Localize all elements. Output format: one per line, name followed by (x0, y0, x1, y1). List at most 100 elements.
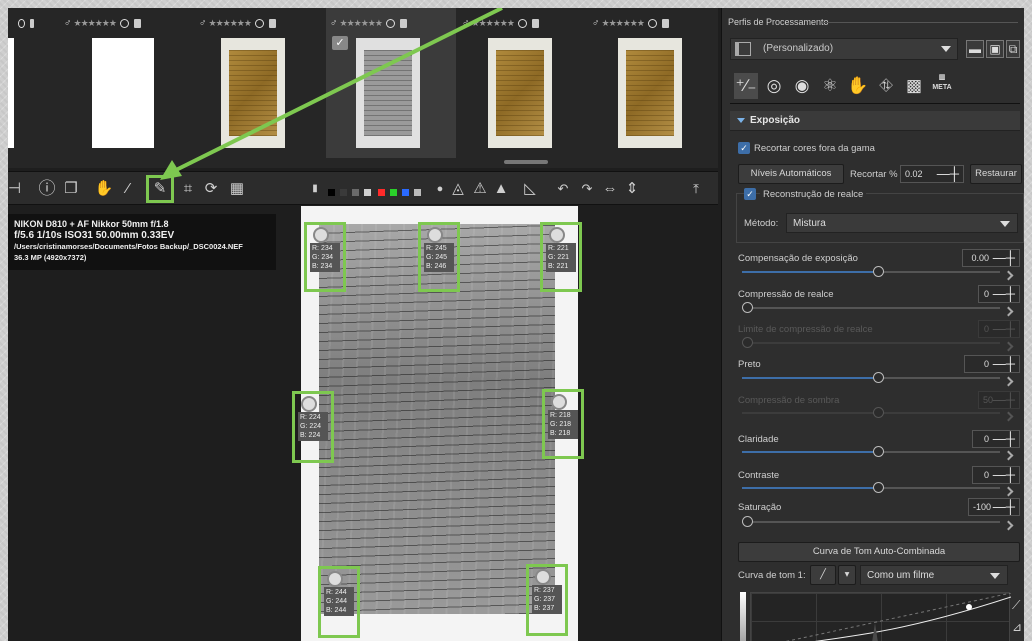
rank-circle-icon[interactable] (647, 18, 657, 28)
thumbnail[interactable]: ♂ ★★★★★★ (60, 8, 190, 158)
trash-icon[interactable] (399, 18, 407, 28)
trash-icon[interactable] (133, 18, 141, 28)
curve-picker-icon[interactable]: ⊿ (1012, 620, 1022, 634)
exposure-comp-input[interactable]: 0.00 —┼ (962, 249, 1020, 267)
blue-channel-icon[interactable] (402, 189, 409, 196)
clip-percent-input[interactable]: 0.02 —┼ (900, 165, 964, 183)
rank-circle-icon[interactable] (254, 18, 264, 28)
rank-circle-icon[interactable] (517, 18, 527, 28)
saturation-slider[interactable] (742, 516, 1000, 527)
rank-circle-icon[interactable] (119, 18, 129, 28)
chevron-down-icon[interactable]: ▾ (838, 565, 856, 585)
thumbnail[interactable]: ♂ ★★★★★★ (458, 8, 588, 158)
slider-knob[interactable] (742, 516, 753, 527)
rating-stars[interactable]: ★★★★★★ (340, 18, 383, 29)
plus-minus-icon[interactable]: —┼ (993, 468, 1015, 481)
color-picker-probe[interactable]: R: 218 G: 218 B: 218 (542, 389, 584, 459)
tab-exposure-icon[interactable]: ⁺∕₋ (734, 73, 758, 99)
link-icon[interactable]: ♂ (592, 18, 600, 29)
picker-pin-icon[interactable] (313, 227, 329, 243)
highlight-comp-slider[interactable] (742, 302, 1000, 313)
reset-icon[interactable] (1003, 486, 1014, 497)
clarity-slider[interactable] (742, 446, 1000, 457)
plus-minus-icon[interactable]: —┼ (993, 500, 1015, 513)
clip-oog-checkbox[interactable]: ✓ (738, 142, 750, 154)
rotate-left-icon[interactable]: ↶ (552, 178, 574, 200)
link-icon[interactable]: ♂ (330, 18, 338, 29)
picker-pin-icon[interactable] (427, 227, 443, 243)
luminance-channel-icon[interactable] (414, 189, 421, 196)
curve-type-icon[interactable]: ╱ (810, 565, 836, 585)
picker-pin-icon[interactable] (551, 394, 567, 410)
tab-color-icon[interactable]: ◉ (790, 73, 814, 99)
color-picker-probe[interactable]: R: 244 G: 244 B: 244 (318, 566, 360, 638)
curve-point[interactable] (966, 604, 972, 610)
tone-curve-editor[interactable] (750, 592, 1012, 641)
copy-profile-icon[interactable]: ⧉ (1006, 40, 1020, 58)
trash-icon[interactable] (531, 18, 539, 28)
thumbnail[interactable]: ♂ ★★★★★★ (588, 8, 718, 158)
reset-icon[interactable] (1003, 270, 1014, 281)
picker-pin-icon[interactable] (301, 396, 317, 412)
color-picker-probe[interactable]: R: 221 G: 221 B: 221 (540, 222, 582, 292)
export-icon[interactable]: ⤒ (684, 178, 708, 200)
perspective-icon[interactable]: ▦ (226, 178, 248, 200)
shadow-clip-icon[interactable]: ◬ (448, 178, 468, 200)
reset-button[interactable]: Restaurar (970, 164, 1022, 184)
tab-advanced-icon[interactable]: ⚛ (818, 73, 842, 99)
reset-icon[interactable] (1003, 520, 1014, 531)
reset-icon[interactable] (1003, 306, 1014, 317)
curve-mode-select[interactable]: Como um filme (860, 565, 1008, 585)
thumbnail[interactable]: ♂ ★★★★★★ (195, 8, 325, 158)
clarity-input[interactable]: 0 —┼ (972, 430, 1020, 448)
tab-transform-icon[interactable]: ⛗ (874, 73, 898, 99)
info-icon[interactable]: ⓘ (36, 178, 58, 200)
auto-levels-button[interactable]: Níveis Automáticos (738, 164, 844, 184)
hand-icon[interactable]: ✋ (94, 178, 114, 200)
plus-minus-icon[interactable]: —┼ (993, 287, 1015, 300)
filmstrip-resize-handle[interactable] (504, 160, 548, 164)
slider-knob[interactable] (873, 482, 884, 493)
picker-pin-icon[interactable] (535, 569, 551, 585)
contrast-slider[interactable] (742, 482, 1000, 493)
reset-icon[interactable] (1003, 450, 1014, 461)
preview-swatch[interactable] (352, 189, 359, 196)
rank-circle-icon[interactable] (18, 18, 25, 28)
crop-edge-icon[interactable]: ⊣ (8, 178, 21, 200)
black-input[interactable]: 0 —┼ (964, 355, 1020, 373)
highlight-comp-input[interactable]: 0 —┼ (978, 285, 1020, 303)
open-profile-icon[interactable]: ▬ (966, 40, 984, 58)
profile-select[interactable]: (Personalizado) (730, 38, 958, 60)
plus-minus-icon[interactable]: —┼ (993, 432, 1015, 445)
slider-knob[interactable] (873, 266, 884, 277)
slider-knob[interactable] (742, 302, 753, 313)
color-picker-probe[interactable]: R: 224 G: 224 B: 224 (292, 391, 334, 463)
focus-mask-icon[interactable]: ● (432, 178, 448, 200)
red-channel-icon[interactable] (378, 189, 385, 196)
exposure-comp-slider[interactable] (742, 266, 1000, 277)
preview-swatch[interactable] (340, 189, 347, 196)
color-picker-icon[interactable]: ⁄ (118, 178, 138, 200)
trash-icon[interactable] (29, 18, 34, 28)
trash-icon[interactable] (661, 18, 669, 28)
thumbnail[interactable] (8, 8, 38, 158)
auto-matched-curve-button[interactable]: Curva de Tom Auto-Combinada (738, 542, 1020, 562)
thumbnail-selected[interactable]: ♂ ★★★★★★ ✓ (326, 8, 456, 158)
plus-minus-icon[interactable]: —┼ (937, 167, 959, 180)
rotate-right-icon[interactable]: ↷ (576, 178, 598, 200)
picker-pin-icon[interactable] (327, 571, 343, 587)
tab-local-icon[interactable]: ✋ (846, 73, 870, 99)
plus-minus-icon[interactable]: —┼ (993, 251, 1015, 264)
flip-vertical-icon[interactable]: ⇕ (622, 178, 642, 200)
highlight-clip-warning-icon[interactable]: ⚠ (470, 178, 490, 200)
contrast-input[interactable]: 0 —┼ (972, 466, 1020, 484)
tab-metadata[interactable]: ▥ META (930, 73, 954, 99)
trash-icon[interactable] (268, 18, 276, 28)
rating-stars[interactable]: ★★★★★★ (602, 18, 645, 29)
flip-horizontal-icon[interactable]: ⇔ (600, 178, 620, 200)
preview-swatch[interactable] (328, 189, 335, 196)
slider-knob[interactable] (873, 446, 884, 457)
link-icon[interactable]: ♂ (462, 18, 470, 29)
selected-check-icon[interactable]: ✓ (332, 36, 348, 50)
highlight-reconstruction-checkbox[interactable]: ✓ (744, 188, 756, 200)
